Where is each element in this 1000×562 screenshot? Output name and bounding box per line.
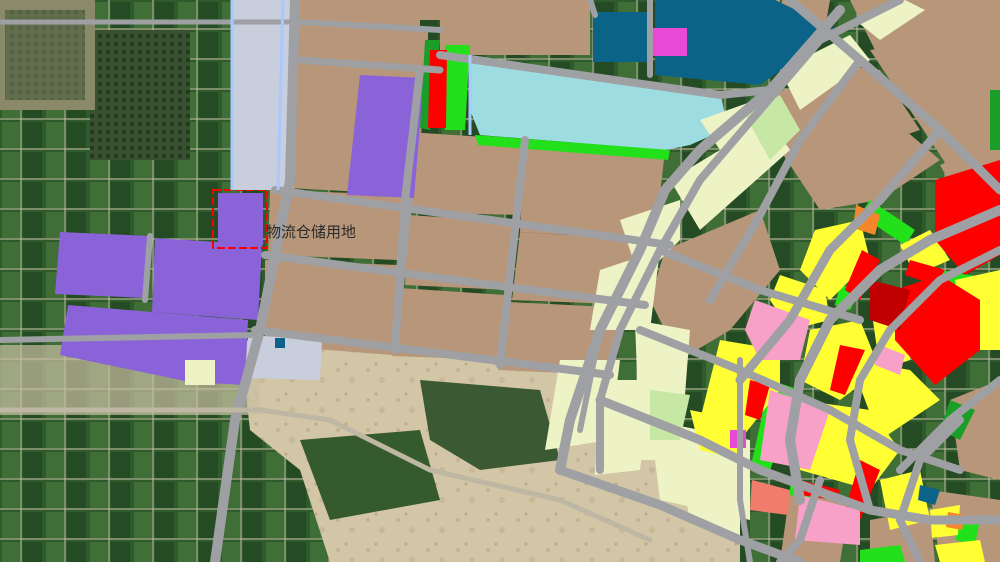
- magenta-parcel: [653, 28, 687, 56]
- logistics-warehouse-label: 物流仓储用地: [266, 223, 357, 241]
- map-canvas: [0, 0, 1000, 562]
- orchard-area: [90, 30, 190, 160]
- land-use-map[interactable]: 物流仓储用地: [0, 0, 1000, 562]
